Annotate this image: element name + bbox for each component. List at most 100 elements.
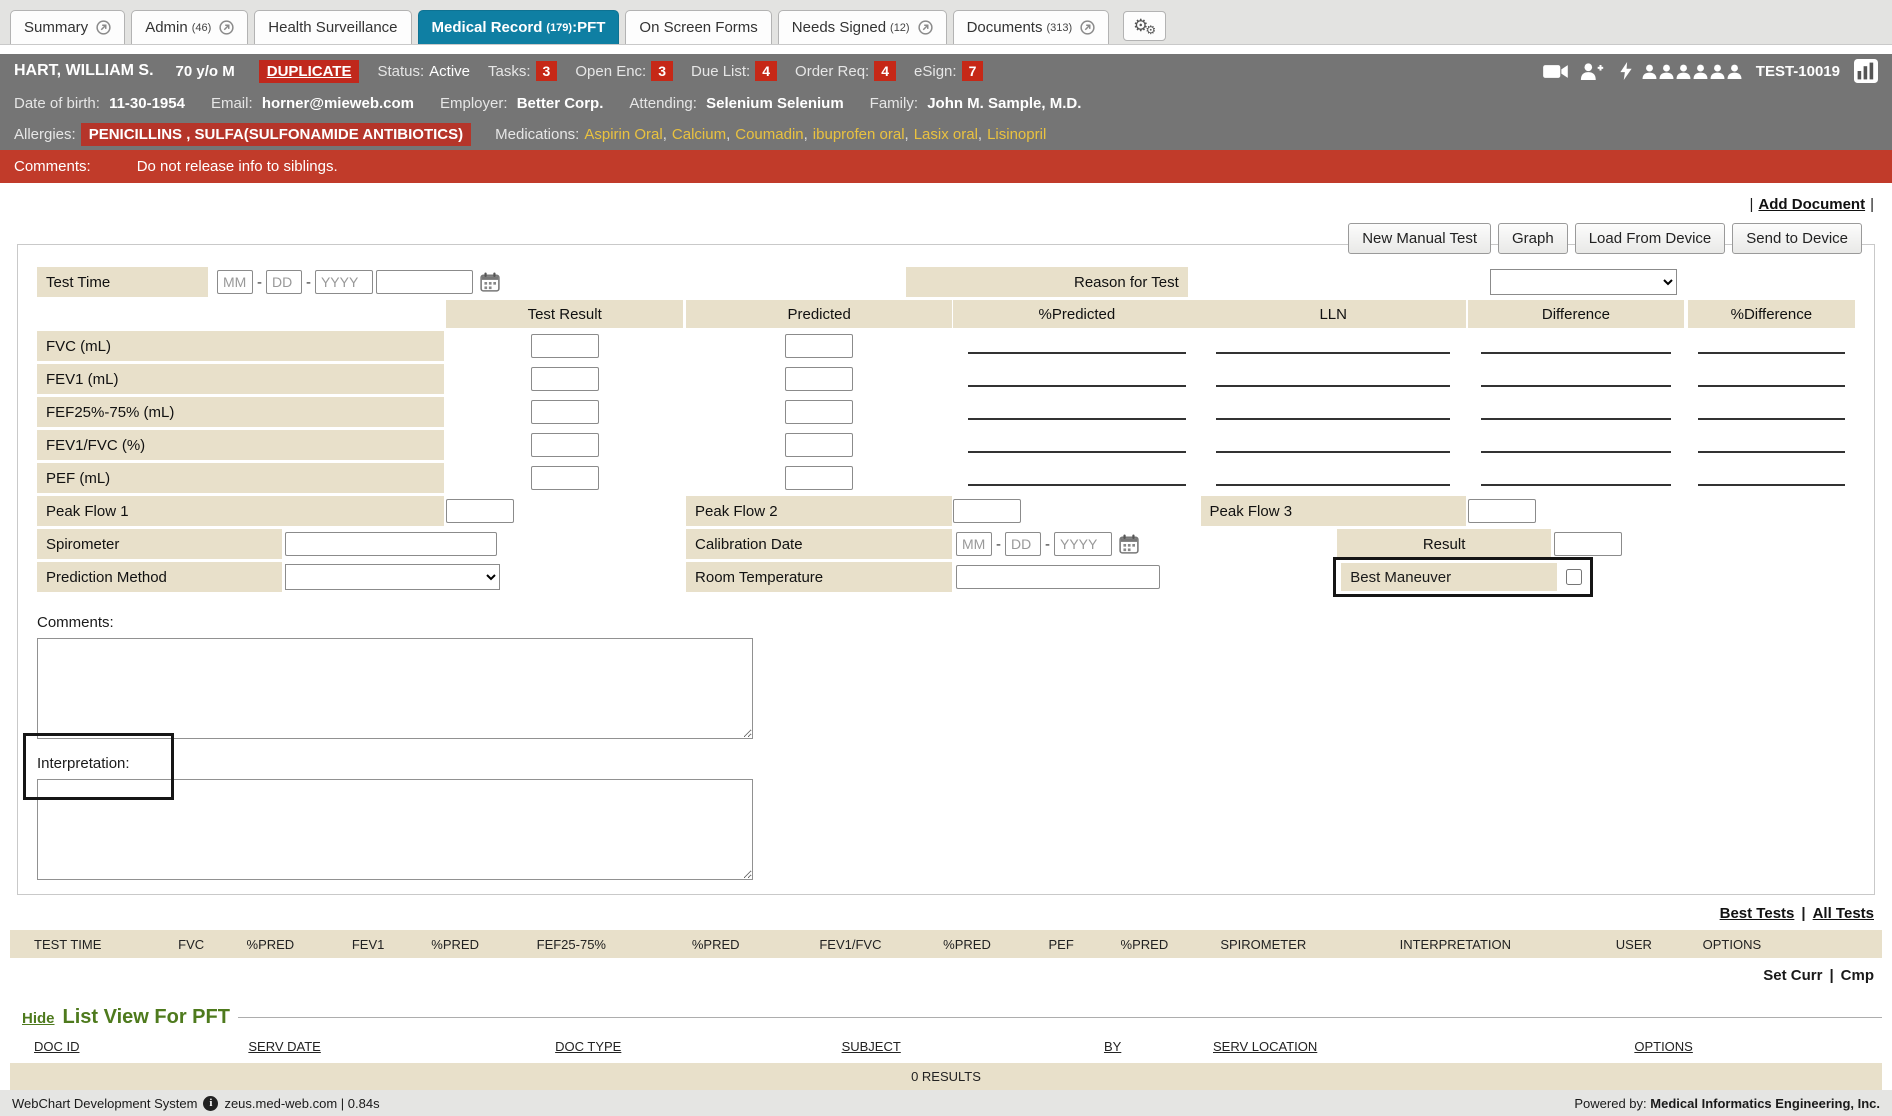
best-tests-link[interactable]: Best Tests <box>1720 905 1795 922</box>
duplicate-badge[interactable]: DUPLICATE <box>259 60 360 83</box>
all-tests-link[interactable]: All Tests <box>1813 905 1874 922</box>
doc-id-sort-link[interactable]: DOC ID <box>34 1039 248 1054</box>
test-time-time-input[interactable] <box>376 270 473 294</box>
person-icon <box>1710 64 1725 79</box>
fev1-row: FEV1 (mL) <box>37 364 1855 394</box>
serv-date-sort-link[interactable]: SERV DATE <box>248 1039 555 1054</box>
esign-count-badge[interactable]: 7 <box>962 61 984 81</box>
spirometer-label: Spirometer <box>37 529 282 559</box>
fvc-test-result-input[interactable] <box>531 334 599 358</box>
test-time-month-input[interactable] <box>217 270 253 294</box>
test-time-day-input[interactable] <box>266 270 302 294</box>
add-document-link[interactable]: Add Document <box>1758 196 1865 213</box>
popout-icon[interactable] <box>219 20 234 35</box>
cmp-link[interactable]: Cmp <box>1841 967 1874 984</box>
tab-needs-signed[interactable]: Needs Signed(12) <box>778 10 947 44</box>
fvc-label: FVC (mL) <box>37 331 444 361</box>
medication-link[interactable]: Coumadin <box>735 126 803 143</box>
peak-flow-1-input[interactable] <box>446 499 514 523</box>
options-sort-link[interactable]: OPTIONS <box>1634 1039 1882 1054</box>
tab-medical-record[interactable]: Medical Record(179):PFT <box>418 10 620 44</box>
medication-link[interactable]: Aspirin Oral <box>584 126 662 143</box>
medications-label: Medications: <box>495 126 579 143</box>
prediction-method-select[interactable] <box>285 564 500 590</box>
column-header: LLN <box>1201 300 1466 328</box>
popout-icon[interactable] <box>1080 20 1095 35</box>
tab-label: Documents <box>967 19 1043 36</box>
add-person-icon[interactable] <box>1579 63 1604 80</box>
graph-button[interactable]: Graph <box>1498 223 1568 254</box>
serv-location-sort-link[interactable]: SERV LOCATION <box>1213 1039 1634 1054</box>
info-icon[interactable] <box>203 1096 218 1111</box>
form-comments-textarea[interactable] <box>37 638 753 739</box>
popout-icon[interactable] <box>96 20 111 35</box>
tab-count: (313) <box>1046 22 1072 34</box>
medication-link[interactable]: Calcium <box>672 126 726 143</box>
test-time-year-input[interactable] <box>315 270 373 294</box>
pef-test-result-input[interactable] <box>531 466 599 490</box>
tab-on-screen-forms[interactable]: On Screen Forms <box>625 10 771 44</box>
medication-link[interactable]: Lasix oral <box>914 126 978 143</box>
allergies-medications-bar: Allergies: PENICILLINS , SULFA(SULFONAMI… <box>0 119 1892 150</box>
doc-type-sort-link[interactable]: DOC TYPE <box>555 1039 841 1054</box>
fev1-fvc-test-result-input[interactable] <box>531 433 599 457</box>
medication-link[interactable]: ibuprofen oral <box>813 126 905 143</box>
fev1-fvc-predicted-input[interactable] <box>785 433 853 457</box>
calibration-month-input[interactable] <box>956 532 992 556</box>
quick-action-bolt-icon[interactable] <box>1620 62 1632 80</box>
best-maneuver-checkbox[interactable] <box>1566 569 1582 585</box>
new-manual-test-button[interactable]: New Manual Test <box>1348 223 1491 254</box>
tab-documents[interactable]: Documents(313) <box>953 10 1110 44</box>
interpretation-textarea[interactable] <box>37 779 753 880</box>
hide-list-view-link[interactable]: Hide <box>22 1010 55 1027</box>
status-value: Active <box>429 63 470 80</box>
order-req-count-badge[interactable]: 4 <box>874 61 896 81</box>
spirometer-input[interactable] <box>285 532 497 556</box>
family-field: Family: John M. Sample, M.D. <box>870 95 1082 112</box>
peak-flow-2-input[interactable] <box>953 499 1021 523</box>
tab-count: (46) <box>192 22 212 34</box>
calibration-date-label: Calibration Date <box>686 529 952 559</box>
medication-link[interactable]: Lisinopril <box>987 126 1046 143</box>
tab-health-surveillance[interactable]: Health Surveillance <box>254 10 411 44</box>
app-name: WebChart Development System <box>12 1096 197 1111</box>
by-sort-link[interactable]: BY <box>1104 1039 1213 1054</box>
fvc-predicted-input[interactable] <box>785 334 853 358</box>
popout-icon[interactable] <box>918 20 933 35</box>
subject-sort-link[interactable]: SUBJECT <box>842 1039 1104 1054</box>
tab-admin[interactable]: Admin(46) <box>131 10 248 44</box>
calendar-icon[interactable] <box>480 272 500 292</box>
chart-stats-icon[interactable] <box>1854 59 1878 83</box>
reason-for-test-select[interactable] <box>1490 269 1677 295</box>
peak-flow-1-label: Peak Flow 1 <box>37 496 444 526</box>
patient-id: TEST-10019 <box>1756 63 1840 80</box>
peak-flow-3-input[interactable] <box>1468 499 1536 523</box>
calibration-day-input[interactable] <box>1005 532 1041 556</box>
open-enc-count-badge[interactable]: 3 <box>651 61 673 81</box>
result-input[interactable] <box>1554 532 1622 556</box>
settings-button[interactable]: ⚙︎⚙︎ <box>1123 11 1166 41</box>
tasks-count-badge[interactable]: 3 <box>536 61 558 81</box>
empty-results-row: 0 RESULTS <box>10 1063 1882 1090</box>
form-comments-label: Comments: <box>37 614 1855 634</box>
calendar-icon[interactable] <box>1119 534 1139 554</box>
tab-bar: Summary Admin(46) Health Surveillance Me… <box>0 0 1892 45</box>
room-temperature-input[interactable] <box>956 565 1160 589</box>
video-camera-icon[interactable] <box>1543 64 1569 79</box>
column-header: %Difference <box>1688 300 1855 328</box>
pef-predicted-input[interactable] <box>785 466 853 490</box>
allergy-alert[interactable]: PENICILLINS , SULFA(SULFONAMIDE ANTIBIOT… <box>81 123 471 146</box>
fev1-predicted-input[interactable] <box>785 367 853 391</box>
calibration-year-input[interactable] <box>1054 532 1112 556</box>
tab-summary[interactable]: Summary <box>10 10 125 44</box>
fef-predicted-input[interactable] <box>785 400 853 424</box>
status-label: Status: <box>377 63 424 80</box>
spirometer-row: Spirometer Calibration Date - - Result <box>37 529 1855 559</box>
set-curr-link[interactable]: Set Curr <box>1763 967 1822 984</box>
fev1-test-result-input[interactable] <box>531 367 599 391</box>
fef-test-result-input[interactable] <box>531 400 599 424</box>
person-icon <box>1693 64 1708 79</box>
send-to-device-button[interactable]: Send to Device <box>1732 223 1862 254</box>
due-list-count-badge[interactable]: 4 <box>755 61 777 81</box>
load-from-device-button[interactable]: Load From Device <box>1575 223 1726 254</box>
